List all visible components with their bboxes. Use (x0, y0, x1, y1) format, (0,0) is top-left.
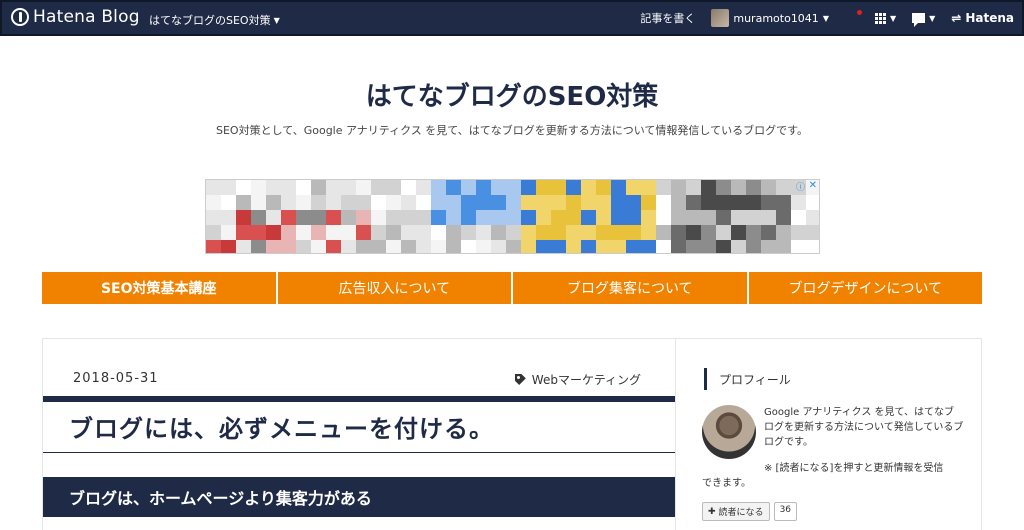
subscribe-button[interactable]: ✚ 読者になる (702, 502, 770, 521)
ad-info-icon[interactable]: ⓘ (796, 180, 805, 193)
menu-item-ad-revenue[interactable]: 広告収入について (277, 272, 511, 304)
chevron-down-icon: ▼ (929, 13, 936, 23)
apps-menu-button[interactable]: ▼ (867, 12, 904, 24)
hatena-label: Hatena (965, 11, 1014, 25)
blog-title[interactable]: はてなブログのSEO対策 (0, 76, 1024, 113)
menu-item-seo-basics[interactable]: SEO対策基本講座 (42, 272, 276, 304)
messages-button[interactable]: ▼ (904, 13, 943, 27)
subscribe-widget: ✚ 読者になる 36 (702, 502, 798, 521)
global-menu: SEO対策基本講座 広告収入について ブログ集客について ブログデザインについて (42, 272, 982, 304)
section-heading: ブログは、ホームページより集客力がある (43, 477, 675, 517)
tag-icon (514, 374, 526, 385)
advertisement-banner[interactable]: ⓘ ✕ (205, 179, 820, 254)
user-avatar (711, 9, 730, 27)
hatena-blog-logo-icon (11, 8, 29, 26)
blog-switcher[interactable]: はてなブログのSEO対策 ▼ (149, 12, 280, 28)
hatena-wifi-icon: ⇌ (951, 11, 962, 25)
write-post-link[interactable]: 記事を書く (632, 10, 703, 26)
subscriber-count: 36 (773, 502, 798, 521)
title-divider-bottom (43, 452, 675, 453)
profile-description: Google アナリティクス を見て、はてなブログを更新する方法について発信して… (764, 407, 964, 448)
bookmark-notification-icon (845, 10, 862, 25)
hatena-blog-logo[interactable]: Hatena Blog (11, 7, 140, 27)
profile-note-line2: できます。 (702, 478, 751, 489)
hatena-link[interactable]: ⇌ Hatena (943, 11, 1022, 25)
plus-icon: ✚ (708, 506, 716, 517)
chevron-down-icon: ▼ (822, 13, 829, 23)
profile-note-line1: ※ [読者になる]を押すと更新情報を受信 (764, 463, 944, 474)
profile-avatar[interactable] (702, 405, 756, 459)
speech-bubble-icon (912, 13, 926, 27)
menu-item-blog-traffic[interactable]: ブログ集客について (513, 272, 747, 304)
notifications-button[interactable] (837, 10, 867, 25)
profile-note: ※ [読者になる]を押すと更新情報を受信 できます。 (702, 461, 962, 491)
ad-close-icon[interactable]: ✕ (809, 180, 817, 191)
username: muramoto1041 (733, 11, 819, 25)
logo-text: Hatena Blog (33, 7, 140, 27)
sidebar: プロフィール Google アナリティクス を見て、はてなブログを更新する方法に… (676, 338, 982, 530)
header-actions: 記事を書く muramoto1041 ▼ ▼ ▼ ⇌ Hatena (632, 2, 1022, 34)
entry-date[interactable]: 2018-05-31 (73, 371, 159, 386)
blog-switcher-label: はてなブログのSEO対策 (149, 14, 271, 27)
blog-description: SEO対策として、Google アナリティクス を見て、はてなブログを更新する方… (216, 124, 808, 137)
entry-category-label: Webマーケティング (531, 373, 641, 387)
title-divider-top (43, 396, 675, 402)
entry-article: 2018-05-31 Webマーケティング ブログには、必ずメニューを付ける。 … (42, 338, 676, 530)
global-header: Hatena Blog はてなブログのSEO対策 ▼ 記事を書く muramot… (0, 0, 1024, 36)
chevron-down-icon: ▼ (889, 13, 897, 23)
menu-item-blog-design[interactable]: ブログデザインについて (748, 272, 982, 304)
user-menu[interactable]: muramoto1041 ▼ (703, 9, 837, 27)
profile-heading: プロフィール (704, 368, 791, 390)
grid-icon (874, 12, 886, 24)
chevron-down-icon: ▼ (273, 15, 280, 25)
entry-category[interactable]: Webマーケティング (514, 371, 641, 388)
entry-title[interactable]: ブログには、必ずメニューを付ける。 (69, 409, 494, 444)
subscribe-label: 読者になる (718, 508, 764, 518)
